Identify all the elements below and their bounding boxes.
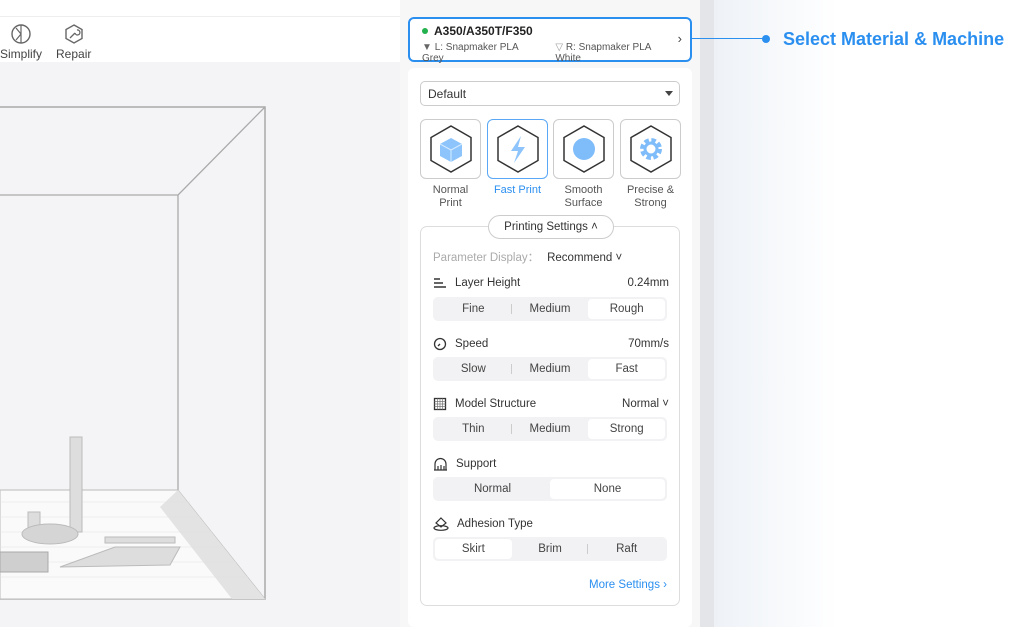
support-segmented: Normal None (433, 477, 667, 501)
speed-label: Speed (455, 338, 489, 350)
chevron-right-icon: › (663, 579, 667, 591)
preset-smooth-surface[interactable]: Smooth Surface (553, 119, 614, 210)
option-normal[interactable]: Normal (435, 479, 550, 499)
gear-icon (629, 125, 672, 173)
parameter-display-value: Recommend (547, 252, 613, 264)
option-slow[interactable]: Slow (435, 359, 512, 379)
nozzle-outline-icon: ▽ (555, 42, 564, 53)
annotation-area (714, 0, 1024, 627)
simplify-button[interactable]: Simplify (0, 23, 42, 61)
model-structure-segmented: Thin Medium Strong (433, 417, 667, 441)
simplify-icon (11, 24, 31, 44)
preset-precise-strong[interactable]: Precise & Strong (620, 119, 681, 210)
layer-height-icon (434, 278, 446, 288)
option-fast[interactable]: Fast (588, 359, 666, 379)
option-medium[interactable]: Medium (512, 419, 589, 439)
option-raft[interactable]: Raft (588, 539, 665, 559)
print-settings-card: Default Normal Print Fast Print Smooth S… (408, 68, 692, 627)
printing-settings-panel: Printing Settings ˄ Parameter Display： Re… (420, 215, 680, 606)
sphere-icon (562, 125, 605, 173)
machine-material-selector[interactable]: A350/A350T/F350 ▼ L: Snapmaker PLA Grey … (408, 17, 692, 64)
model-structure-value: Normal (622, 398, 660, 410)
layer-height-label: Layer Height (455, 277, 521, 289)
layer-height-segmented: Fine Medium Rough (433, 297, 667, 321)
nozzle-filled-icon: ▼ (422, 42, 432, 53)
adhesion-segmented: Skirt Brim Raft (433, 537, 667, 561)
preset-label: Fast Print (493, 184, 542, 196)
speed-segmented: Slow Medium Fast (433, 357, 667, 381)
wrench-icon (64, 24, 83, 44)
option-medium[interactable]: Medium (512, 359, 589, 379)
adhesion-label: Adhesion Type (457, 518, 533, 530)
chevron-right-icon: › (677, 31, 682, 46)
cube-icon (429, 125, 472, 173)
3d-viewport[interactable] (0, 62, 400, 627)
callout-label: Select Material & Machine (783, 29, 1005, 49)
adhesion-icon (433, 517, 449, 531)
option-medium[interactable]: Medium (512, 299, 589, 319)
profile-value: Default (428, 87, 467, 101)
more-settings-label: More Settings (589, 579, 660, 591)
option-strong[interactable]: Strong (588, 419, 666, 439)
lightning-icon (496, 125, 539, 173)
speedometer-icon (433, 337, 447, 351)
option-rough[interactable]: Rough (588, 299, 666, 319)
callout-line (692, 38, 766, 39)
option-thin[interactable]: Thin (435, 419, 512, 439)
printing-settings-toggle[interactable]: Printing Settings ˄ (488, 215, 614, 239)
profile-dropdown[interactable]: Default (420, 81, 680, 106)
layer-height-value: 0.24mm (627, 277, 669, 289)
caret-down-icon (665, 91, 673, 96)
more-settings-link[interactable]: More Settings › (589, 579, 667, 591)
model-structure-row: Model Structure Normal ˅ (433, 397, 669, 411)
status-dot (422, 28, 428, 34)
callout-dot (762, 35, 770, 43)
preset-label: Precise & Strong (626, 184, 675, 209)
layer-height-row: Layer Height 0.24mm (433, 277, 669, 289)
support-icon (434, 457, 447, 471)
parameter-display-label: Parameter Display： (433, 252, 540, 264)
speed-row: Speed 70mm/s (433, 337, 669, 351)
model-structure-label: Model Structure (455, 398, 537, 410)
option-fine[interactable]: Fine (435, 299, 512, 319)
speed-value: 70mm/s (628, 338, 669, 350)
model-structure-dropdown[interactable]: Normal ˅ (622, 398, 669, 410)
parameter-display: Parameter Display： Recommend ˅ (433, 249, 622, 265)
left-nozzle-material: ▼ L: Snapmaker PLA Grey (422, 42, 541, 64)
option-skirt[interactable]: Skirt (435, 539, 512, 559)
chevron-up-icon: ˄ (591, 221, 598, 233)
sidebar-scrollbar[interactable] (700, 0, 714, 627)
machine-name: A350/A350T/F350 (434, 24, 533, 38)
infill-icon (433, 397, 447, 411)
preset-normal-print[interactable]: Normal Print (420, 119, 481, 210)
repair-button[interactable]: Repair (56, 23, 91, 61)
preset-label: Normal Print (432, 184, 469, 209)
build-volume (0, 106, 267, 600)
right-material-label: R: Snapmaker PLA White (555, 42, 651, 64)
toolbar: Simplify Repair (0, 16, 400, 62)
printing-settings-label: Printing Settings (504, 221, 588, 233)
parameter-display-dropdown[interactable]: Recommend ˅ (547, 252, 622, 264)
support-row: Support (433, 457, 669, 471)
preset-label: Smooth Surface (564, 184, 603, 209)
left-material-label: L: Snapmaker PLA Grey (422, 42, 519, 64)
right-nozzle-material: ▽ R: Snapmaker PLA White (555, 42, 678, 64)
option-brim[interactable]: Brim (512, 539, 589, 559)
option-none[interactable]: None (550, 479, 665, 499)
adhesion-row: Adhesion Type (433, 517, 669, 531)
support-label: Support (456, 458, 497, 470)
preset-fast-print[interactable]: Fast Print (487, 119, 548, 197)
